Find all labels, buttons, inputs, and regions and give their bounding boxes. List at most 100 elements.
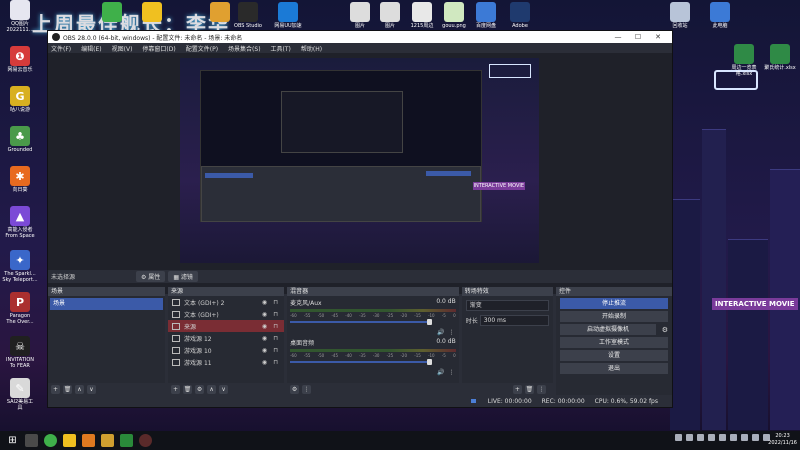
app-taskbar-icon[interactable] — [82, 434, 95, 447]
mixer-settings-icon[interactable]: ⚙ — [290, 384, 300, 394]
transition-menu-icon[interactable]: ⋮ — [536, 384, 546, 394]
filters-button[interactable]: ▦ 滤镜 — [168, 271, 198, 282]
control-button[interactable]: 开始录制 — [559, 311, 668, 322]
lock-icon[interactable]: ⊓ — [273, 347, 278, 354]
menu-item[interactable]: 视图(V) — [112, 44, 133, 53]
control-button[interactable]: 退出 — [559, 363, 668, 374]
remove-transition-button[interactable]: 🗑 — [524, 384, 534, 394]
network-icon[interactable] — [752, 434, 759, 441]
scene-item[interactable]: 场景 — [50, 298, 164, 310]
meituan-desktop-item[interactable] — [132, 2, 172, 23]
transition-duration-field[interactable]: 时长 300 ms — [466, 315, 549, 326]
move-up-icon[interactable]: ∧ — [75, 384, 84, 394]
control-button[interactable]: 启动虚拟摄像机 — [559, 324, 656, 335]
speaker-icon[interactable]: 🔊 — [437, 329, 444, 336]
visibility-eye-icon[interactable]: ◉ — [262, 311, 267, 318]
sparkle-game-desktop-item[interactable]: ✦ The Sparkl... Sky Teleport... — [0, 250, 40, 283]
visibility-eye-icon[interactable]: ◉ — [262, 347, 267, 354]
windows-start-icon[interactable]: ⊞ — [6, 434, 19, 447]
meituan-taskbar-icon[interactable] — [63, 434, 76, 447]
tray-icon-6[interactable] — [730, 434, 737, 441]
move-down-icon[interactable]: ∨ — [87, 384, 96, 394]
add-scene-button[interactable]: + — [51, 384, 60, 394]
remove-source-button[interactable]: 🗑 — [183, 384, 193, 394]
tray-icon-1[interactable] — [675, 434, 682, 441]
menu-item[interactable]: 停靠窗口(D) — [142, 44, 175, 53]
explorer-taskbar-icon[interactable] — [101, 434, 114, 447]
lock-icon[interactable]: ⊓ — [273, 299, 278, 306]
source-row[interactable]: 文本 (GDI+) 2 ◉ ⊓ — [168, 296, 284, 308]
excel-taskbar-icon[interactable] — [120, 434, 133, 447]
source-row[interactable]: 游戏源 11 ◉ ⊓ — [168, 356, 284, 368]
tray-icon-5[interactable] — [719, 434, 726, 441]
obs-taskbar-icon[interactable] — [139, 434, 152, 447]
transition-type-select[interactable]: 渐变 — [465, 300, 549, 311]
menu-item[interactable]: 配置文件(P) — [186, 44, 218, 53]
volume-slider[interactable] — [290, 319, 433, 325]
menu-item[interactable]: 文件(F) — [51, 44, 71, 53]
properties-button[interactable]: ⚙ 属性 — [136, 271, 166, 282]
source-row[interactable]: 文本 (GDI+) ◉ ⊓ — [168, 308, 284, 320]
control-button[interactable]: 工作室模式 — [559, 337, 668, 348]
this-pc-desktop-item[interactable]: 此电脑 — [700, 2, 740, 29]
excel-file-desktop-item[interactable]: 周边一览表 格.xlsx — [724, 44, 764, 77]
control-button[interactable]: 设置 — [559, 350, 668, 361]
obs-titlebar[interactable]: OBS 28.0.0 (64-bit, windows) - 配置文件: 未命名… — [48, 31, 672, 43]
lock-icon[interactable]: ⊓ — [273, 359, 278, 366]
source-row[interactable]: 游戏源 10 ◉ ⊓ — [168, 344, 284, 356]
menu-item[interactable]: 工具(T) — [271, 44, 291, 53]
tray-icon-2[interactable] — [686, 434, 693, 441]
source-down-icon[interactable]: ∨ — [219, 384, 229, 394]
grounded-game-desktop-item[interactable]: ♣ Grounded — [0, 126, 40, 153]
menu-item[interactable]: 编辑(E) — [81, 44, 101, 53]
clock[interactable]: 20:23 2022/11/16 — [768, 433, 797, 447]
channel-menu-icon[interactable]: ⋮ — [449, 369, 455, 376]
remove-scene-button[interactable]: 🗑 — [63, 384, 72, 394]
stream-preview[interactable]: INTERACTIVE MOVIE — [180, 58, 539, 263]
source-row[interactable]: 游戏源 12 ◉ ⊓ — [168, 332, 284, 344]
tray-icon-3[interactable] — [697, 434, 704, 441]
tray-icon-4[interactable] — [708, 434, 715, 441]
sunflower-remote-desktop-item[interactable]: ✱ 向日葵 — [0, 166, 40, 193]
maximize-icon[interactable]: ☐ — [628, 33, 648, 41]
virtual-camera-settings-icon[interactable]: ⚙ — [662, 326, 668, 334]
visibility-eye-icon[interactable]: ◉ — [262, 359, 267, 366]
volume-slider[interactable] — [290, 359, 433, 365]
netease-music-desktop-item[interactable]: ❶ 网易云音乐 — [0, 46, 40, 73]
paragon-game-desktop-item[interactable]: P Paragon The Over... — [0, 292, 40, 325]
lock-icon[interactable]: ⊓ — [273, 335, 278, 342]
scale-tick: -35 — [359, 313, 366, 318]
sai2-paint-desktop-item[interactable]: ✎ SAI2美易工 具 — [0, 378, 40, 411]
task-view-icon[interactable] — [25, 434, 38, 447]
source-settings-icon[interactable]: ⚙ — [195, 384, 205, 394]
add-transition-button[interactable]: + — [512, 384, 522, 394]
lock-icon[interactable]: ⊓ — [273, 311, 278, 318]
lock-icon[interactable]: ⊓ — [273, 323, 278, 330]
menu-item[interactable]: 场景集合(S) — [228, 44, 261, 53]
excel-file-2-desktop-item[interactable]: 聚氏统计.xlsx — [760, 44, 800, 71]
close-icon[interactable]: ✕ — [648, 33, 668, 41]
uu-accelerator-desktop-item[interactable]: 网易UU加速 — [268, 2, 308, 29]
wechat-desktop-item[interactable] — [92, 2, 132, 23]
menu-item[interactable]: 帮助(H) — [301, 44, 322, 53]
visibility-eye-icon[interactable]: ◉ — [262, 335, 267, 342]
visibility-eye-icon[interactable]: ◉ — [262, 323, 267, 330]
mixer-menu-icon[interactable]: ⋮ — [302, 384, 312, 394]
recycle-bin-desktop-item[interactable]: 回收站 — [660, 2, 700, 29]
source-row[interactable]: 来源 ◉ ⊓ — [168, 320, 285, 332]
control-button[interactable]: 停止推流 — [559, 298, 668, 309]
speaker-icon[interactable]: 🔊 — [437, 369, 444, 376]
qq-image-desktop-item[interactable]: QQ图片 2022111... — [0, 0, 40, 33]
source-up-icon[interactable]: ∧ — [207, 384, 217, 394]
minimize-icon[interactable]: — — [608, 33, 628, 41]
horror-game-desktop-item[interactable]: ☠ INVITATION To FEAR — [0, 336, 40, 369]
volume-icon[interactable] — [741, 434, 748, 441]
photoshop-desktop-item[interactable]: Adobe — [500, 2, 540, 29]
space-game-desktop-item[interactable]: ▲ 高能入侵者 From Space — [0, 206, 40, 239]
visibility-eye-icon[interactable]: ◉ — [262, 299, 267, 306]
add-source-button[interactable]: + — [171, 384, 181, 394]
channel-menu-icon[interactable]: ⋮ — [449, 329, 455, 336]
wechat-taskbar-icon[interactable] — [44, 434, 57, 447]
game-app-desktop-item[interactable]: G 咕八说游 — [0, 86, 40, 113]
obs-desktop-desktop-item[interactable]: OBS Studio — [228, 2, 268, 29]
